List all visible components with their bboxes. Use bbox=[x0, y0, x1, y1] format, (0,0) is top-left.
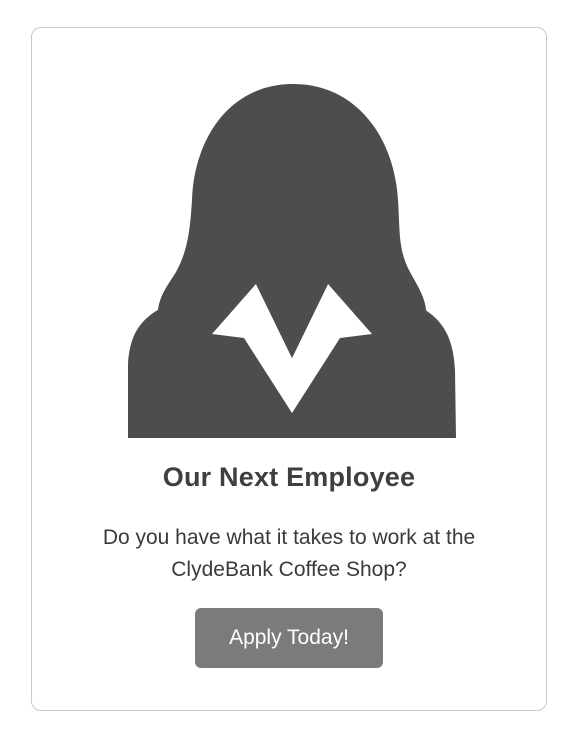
female-user-silhouette-icon bbox=[128, 80, 456, 438]
subtitle-line-2: ClydeBank Coffee Shop? bbox=[171, 558, 407, 581]
apply-today-button[interactable]: Apply Today! bbox=[195, 608, 383, 668]
card-subtitle: Do you have what it takes to work at the… bbox=[52, 522, 526, 586]
card-title: Our Next Employee bbox=[162, 462, 416, 492]
subtitle-line-1: Do you have what it takes to work at the bbox=[102, 526, 476, 549]
employee-card: Our Next Employee Do you have what it ta… bbox=[31, 27, 547, 711]
